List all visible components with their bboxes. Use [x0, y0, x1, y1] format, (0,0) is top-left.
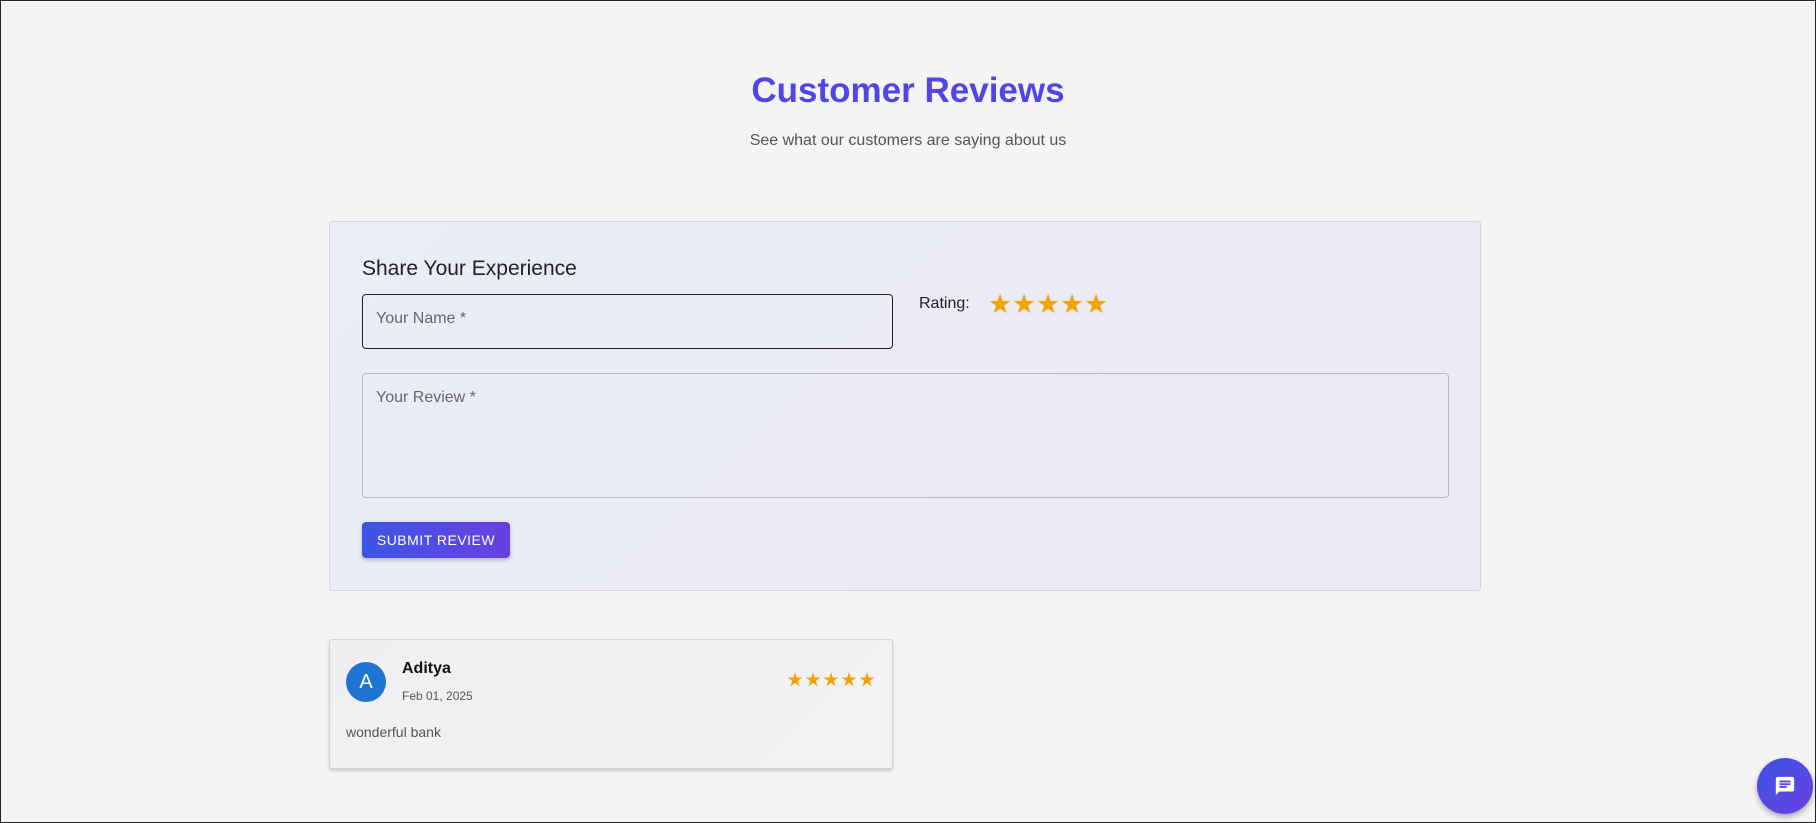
rating-star-1-icon[interactable]: ★	[988, 289, 1012, 319]
star-icon: ★	[804, 670, 822, 691]
rating-star-2-icon[interactable]: ★	[1012, 289, 1036, 319]
name-placeholder: Your Name *	[376, 310, 467, 327]
rating-star-3-icon[interactable]: ★	[1036, 289, 1060, 319]
name-input[interactable]: Your Name *	[362, 294, 893, 349]
review-text: wonderful bank	[346, 724, 441, 740]
review-card: A Aditya Feb 01, 2025 ★ ★ ★ ★ ★ wonderfu…	[329, 639, 893, 769]
chat-button[interactable]	[1757, 758, 1813, 814]
star-icon: ★	[840, 670, 858, 691]
star-icon: ★	[822, 670, 840, 691]
review-placeholder: Your Review *	[376, 389, 476, 406]
form-title: Share Your Experience	[362, 257, 577, 280]
page-header: Customer Reviews See what our customers …	[1, 67, 1815, 151]
star-icon: ★	[858, 670, 876, 691]
page-title: Customer Reviews	[751, 71, 1065, 110]
rating-label: Rating:	[919, 295, 970, 312]
rating-star-4-icon[interactable]: ★	[1060, 289, 1084, 319]
review-date: Feb 01, 2025	[402, 689, 473, 703]
review-textarea[interactable]: Your Review *	[362, 373, 1449, 498]
rating-input[interactable]: ★ ★ ★ ★ ★	[988, 289, 1108, 319]
avatar: A	[346, 662, 386, 702]
rating-star-5-icon[interactable]: ★	[1084, 289, 1108, 319]
page-subtitle: See what our customers are saying about …	[749, 132, 1067, 149]
review-rating: ★ ★ ★ ★ ★	[786, 671, 876, 691]
reviewer-name: Aditya	[402, 660, 451, 677]
chat-icon	[1775, 776, 1795, 796]
submit-review-button[interactable]: SUBMIT REVIEW	[362, 522, 510, 558]
star-icon: ★	[786, 670, 804, 691]
review-form-card: Share Your Experience Your Name * Rating…	[329, 221, 1481, 591]
